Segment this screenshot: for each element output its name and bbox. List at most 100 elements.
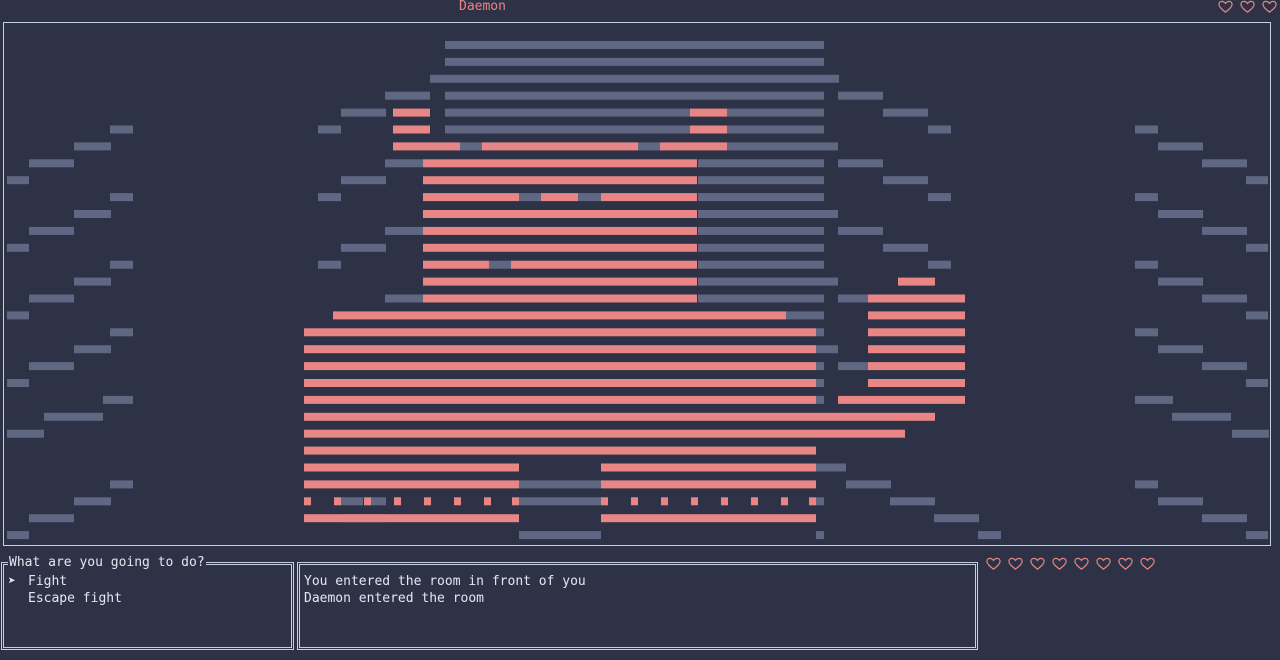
stone-block: [445, 91, 824, 100]
stone-block: [698, 159, 824, 168]
daemon-claw: [691, 497, 698, 506]
wall-stone: [1135, 480, 1158, 489]
wall-stone: [1158, 497, 1203, 506]
stone-block: [838, 294, 868, 303]
stone-block: [928, 193, 951, 202]
log-line: Daemon entered the room: [304, 591, 485, 606]
stone-block: [727, 125, 824, 134]
daemon-claw: [631, 497, 638, 506]
heart-icon: [986, 557, 1001, 570]
heart-icon: [1140, 557, 1155, 570]
stone-block: [838, 91, 883, 100]
wall-stone: [1202, 514, 1247, 523]
wall-stone: [1202, 294, 1247, 303]
heart-icon: [1096, 557, 1111, 570]
selection-cursor-icon: ➤: [8, 574, 16, 589]
daemon-body-block: [868, 379, 965, 387]
daemon-claw: [304, 497, 311, 506]
daemon-body-block: [393, 125, 430, 134]
stone-block: [727, 142, 838, 151]
daemon-body-block: [868, 328, 965, 337]
stone-block: [341, 108, 386, 117]
stone-block: [883, 108, 928, 117]
wall-stone: [1246, 243, 1268, 252]
daemon-body-block: [423, 226, 697, 235]
wall-stone: [1202, 159, 1247, 168]
daemon-body-block: [423, 260, 489, 269]
stone-block: [519, 193, 541, 202]
stone-block: [698, 193, 824, 202]
stone-block: [838, 159, 883, 168]
wall-stone: [1246, 531, 1268, 540]
stone-block: [445, 125, 690, 134]
menu-option-escape-fight[interactable]: Escape fight: [8, 590, 122, 607]
daemon-body-block: [423, 193, 519, 202]
daemon-body-block: [868, 345, 965, 354]
stone-block: [698, 260, 824, 269]
wall-stone: [1232, 429, 1269, 438]
daemon-body-block: [423, 277, 697, 286]
stone-block: [698, 210, 838, 218]
stone-block: [934, 514, 979, 523]
stone-block: [838, 226, 883, 235]
daemon-claw: [751, 497, 758, 506]
daemon-body-block: [660, 142, 727, 151]
wall-stone: [7, 243, 29, 252]
wall-stone: [110, 193, 133, 202]
stone-block: [318, 260, 341, 269]
stone-block: [816, 379, 824, 387]
wall-stone: [74, 497, 111, 506]
daemon-body-block: [304, 446, 816, 455]
stone-block: [341, 497, 363, 506]
stone-block: [341, 243, 386, 252]
menu-option-label: Fight: [28, 574, 68, 589]
stone-block: [816, 328, 824, 337]
stone-block: [445, 41, 824, 49]
battle-log: You entered the room in front of you Dae…: [297, 562, 978, 650]
stone-block: [638, 142, 660, 151]
daemon-claw: [809, 497, 816, 506]
stone-block: [318, 193, 341, 202]
wall-stone: [74, 345, 111, 354]
wall-stone: [1246, 311, 1268, 320]
heart-icon: [1030, 557, 1045, 570]
daemon-body-block: [423, 243, 697, 252]
daemon-body-block: [898, 277, 935, 286]
daemon-body-block: [304, 328, 816, 337]
heart-icon: [1008, 557, 1023, 570]
daemon-body-block: [868, 294, 965, 303]
wall-stone: [110, 125, 133, 134]
stone-block: [928, 260, 951, 269]
daemon-body-block: [690, 108, 727, 117]
action-prompt: What are you going to do?: [8, 555, 206, 570]
wall-stone: [1135, 125, 1158, 134]
stone-block: [460, 142, 482, 151]
daemon-claw: [512, 497, 519, 506]
wall-stone: [7, 176, 29, 185]
wall-stone: [110, 480, 133, 489]
wall-stone: [1135, 328, 1158, 337]
heart-icon: [1052, 557, 1067, 570]
wall-stone: [1202, 226, 1247, 235]
stone-block: [978, 531, 1001, 540]
wall-stone: [74, 210, 111, 218]
wall-stone: [103, 395, 133, 404]
daemon-body-block: [393, 142, 460, 151]
wall-stone: [74, 277, 111, 286]
wall-stone: [29, 362, 74, 371]
daemon-body-block: [868, 311, 965, 320]
wall-stone: [1158, 277, 1203, 286]
wall-stone: [1135, 260, 1158, 269]
daemon-body-block: [423, 210, 697, 218]
wall-stone: [1158, 142, 1203, 151]
stone-block: [883, 176, 928, 185]
daemon-body-block: [868, 362, 965, 371]
daemon-claw: [334, 497, 341, 506]
menu-option-fight[interactable]: ➤ Fight: [8, 573, 67, 590]
stone-block: [385, 159, 423, 168]
wall-stone: [29, 294, 74, 303]
daemon-body-block: [601, 463, 816, 472]
stone-block: [519, 480, 601, 489]
stone-block: [385, 91, 430, 100]
daemon-body-block: [423, 294, 697, 303]
